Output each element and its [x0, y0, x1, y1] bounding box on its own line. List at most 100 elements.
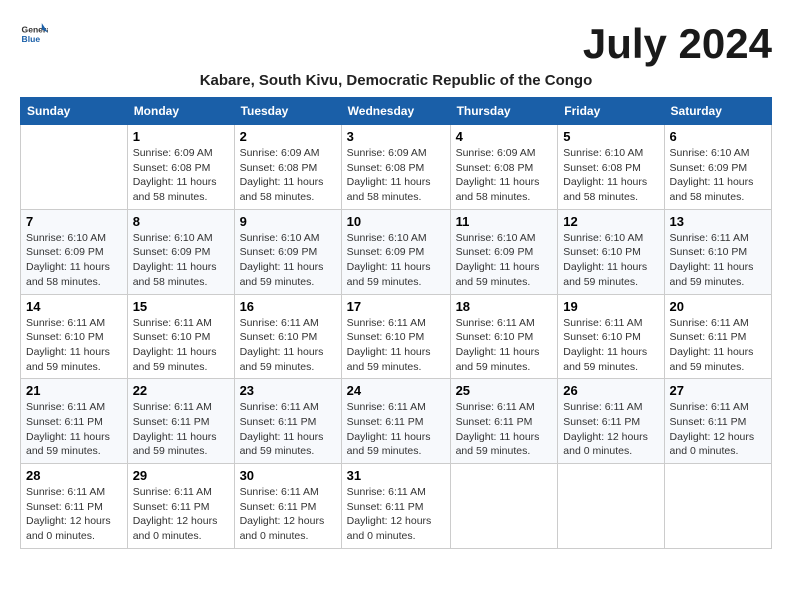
- calendar-cell: 22Sunrise: 6:11 AM Sunset: 6:11 PM Dayli…: [127, 379, 234, 464]
- day-info: Sunrise: 6:11 AM Sunset: 6:11 PM Dayligh…: [26, 485, 122, 544]
- calendar-cell: 18 Sunrise: 6:11 AM Sunset: 6:10 PM Dayli…: [450, 294, 558, 379]
- day-number: 1: [133, 129, 229, 144]
- day-number: 6: [670, 129, 766, 144]
- day-info: Sunrise: 6:10 AM Sunset: 6:10 PM Dayligh…: [563, 231, 658, 290]
- calendar-cell: 7 Sunrise: 6:10 AM Sunset: 6:09 PM Daylig…: [21, 209, 128, 294]
- day-info: Sunrise: 6:11 AM Sunset: 6:11 PM Dayligh…: [133, 485, 229, 544]
- column-header-monday: Monday: [127, 98, 234, 125]
- day-info: Sunrise: 6:10 AM Sunset: 6:08 PM Dayligh…: [563, 146, 658, 205]
- column-header-thursday: Thursday: [450, 98, 558, 125]
- day-number: 26: [563, 383, 658, 398]
- day-info: Sunrise: 6:11 AM Sunset: 6:11 PM Dayligh…: [240, 400, 336, 459]
- day-number: 27: [670, 383, 766, 398]
- calendar-cell: 23 Sunrise: 6:11 AM Sunset: 6:11 PM Dayli…: [234, 379, 341, 464]
- day-info: Sunrise: 6:10 AM Sunset: 6:09 PM Dayligh…: [240, 231, 336, 290]
- day-number: 3: [347, 129, 445, 144]
- day-number: 16: [240, 299, 336, 314]
- calendar-cell: 14 Sunrise: 6:11 AM Sunset: 6:10 PM Dayli…: [21, 294, 128, 379]
- column-header-sunday: Sunday: [21, 98, 128, 125]
- day-number: 17: [347, 299, 445, 314]
- location-title: Kabare, South Kivu, Democratic Republic …: [20, 72, 772, 89]
- day-info: Sunrise: 6:10 AM Sunset: 6:09 PM Dayligh…: [347, 231, 445, 290]
- day-info: Sunrise: 6:11 AM Sunset: 6:11 PM Dayligh…: [347, 400, 445, 459]
- calendar-cell: [450, 464, 558, 549]
- column-header-saturday: Saturday: [664, 98, 771, 125]
- calendar-cell: 29 Sunrise: 6:11 AM Sunset: 6:11 PM Dayli…: [127, 464, 234, 549]
- calendar-cell: [558, 464, 664, 549]
- column-header-wednesday: Wednesday: [341, 98, 450, 125]
- day-info: Sunrise: 6:11 AM Sunset: 6:11 PM Dayligh…: [563, 400, 658, 459]
- logo-icon: General Blue: [20, 20, 48, 48]
- page-header: General Blue July 2024: [20, 20, 772, 68]
- day-number: 15: [133, 299, 229, 314]
- calendar-cell: 15 Sunrise: 6:11 AM Sunset: 6:10 PM Dayli…: [127, 294, 234, 379]
- day-info: Sunrise: 6:09 AM Sunset: 6:08 PM Dayligh…: [240, 146, 336, 205]
- day-info: Sunrise: 6:09 AM Sunset: 6:08 PM Dayligh…: [347, 146, 445, 205]
- calendar-cell: 10Sunrise: 6:10 AM Sunset: 6:09 PM Dayli…: [341, 209, 450, 294]
- day-info: Sunrise: 6:11 AM Sunset: 6:10 PM Dayligh…: [26, 316, 122, 375]
- day-number: 14: [26, 299, 122, 314]
- day-info: Sunrise: 6:11 AM Sunset: 6:10 PM Dayligh…: [456, 316, 553, 375]
- day-number: 20: [670, 299, 766, 314]
- calendar-cell: 11 Sunrise: 6:10 AM Sunset: 6:09 PM Dayli…: [450, 209, 558, 294]
- calendar-cell: 19Sunrise: 6:11 AM Sunset: 6:10 PM Dayli…: [558, 294, 664, 379]
- day-info: Sunrise: 6:11 AM Sunset: 6:11 PM Dayligh…: [670, 400, 766, 459]
- day-number: 13: [670, 214, 766, 229]
- day-number: 11: [456, 214, 553, 229]
- calendar-cell: 8 Sunrise: 6:10 AM Sunset: 6:09 PM Daylig…: [127, 209, 234, 294]
- calendar-cell: 28 Sunrise: 6:11 AM Sunset: 6:11 PM Dayli…: [21, 464, 128, 549]
- day-info: Sunrise: 6:11 AM Sunset: 6:10 PM Dayligh…: [133, 316, 229, 375]
- calendar-cell: 6 Sunrise: 6:10 AM Sunset: 6:09 PM Daylig…: [664, 125, 771, 210]
- day-number: 29: [133, 468, 229, 483]
- day-number: 19: [563, 299, 658, 314]
- svg-text:Blue: Blue: [22, 34, 41, 44]
- day-info: Sunrise: 6:11 AM Sunset: 6:11 PM Dayligh…: [26, 400, 122, 459]
- day-info: Sunrise: 6:10 AM Sunset: 6:09 PM Dayligh…: [456, 231, 553, 290]
- calendar-cell: 13 Sunrise: 6:11 AM Sunset: 6:10 PM Dayli…: [664, 209, 771, 294]
- calendar-cell: [664, 464, 771, 549]
- calendar-cell: [21, 125, 128, 210]
- day-number: 30: [240, 468, 336, 483]
- day-info: Sunrise: 6:11 AM Sunset: 6:10 PM Dayligh…: [240, 316, 336, 375]
- calendar-cell: 25 Sunrise: 6:11 AM Sunset: 6:11 PM Dayli…: [450, 379, 558, 464]
- calendar-cell: 27 Sunrise: 6:11 AM Sunset: 6:11 PM Dayli…: [664, 379, 771, 464]
- day-info: Sunrise: 6:11 AM Sunset: 6:10 PM Dayligh…: [670, 231, 766, 290]
- day-info: Sunrise: 6:09 AM Sunset: 6:08 PM Dayligh…: [456, 146, 553, 205]
- day-info: Sunrise: 6:10 AM Sunset: 6:09 PM Dayligh…: [133, 231, 229, 290]
- calendar-table: SundayMondayTuesdayWednesdayThursdayFrid…: [20, 97, 772, 549]
- calendar-cell: 21 Sunrise: 6:11 AM Sunset: 6:11 PM Dayli…: [21, 379, 128, 464]
- day-number: 5: [563, 129, 658, 144]
- day-number: 24: [347, 383, 445, 398]
- day-info: Sunrise: 6:10 AM Sunset: 6:09 PM Dayligh…: [26, 231, 122, 290]
- day-info: Sunrise: 6:11 AM Sunset: 6:11 PM Dayligh…: [347, 485, 445, 544]
- column-header-tuesday: Tuesday: [234, 98, 341, 125]
- day-number: 31: [347, 468, 445, 483]
- day-info: Sunrise: 6:09 AM Sunset: 6:08 PM Dayligh…: [133, 146, 229, 205]
- calendar-cell: 26 Sunrise: 6:11 AM Sunset: 6:11 PM Dayli…: [558, 379, 664, 464]
- day-info: Sunrise: 6:11 AM Sunset: 6:11 PM Dayligh…: [456, 400, 553, 459]
- month-title: July 2024: [583, 20, 772, 68]
- calendar-cell: 9Sunrise: 6:10 AM Sunset: 6:09 PM Daylig…: [234, 209, 341, 294]
- calendar-cell: 3 Sunrise: 6:09 AM Sunset: 6:08 PM Daylig…: [341, 125, 450, 210]
- day-number: 7: [26, 214, 122, 229]
- calendar-cell: 30 Sunrise: 6:11 AM Sunset: 6:11 PM Dayli…: [234, 464, 341, 549]
- calendar-cell: 2 Sunrise: 6:09 AM Sunset: 6:08 PM Daylig…: [234, 125, 341, 210]
- day-info: Sunrise: 6:11 AM Sunset: 6:11 PM Dayligh…: [133, 400, 229, 459]
- day-number: 18: [456, 299, 553, 314]
- calendar-cell: 17Sunrise: 6:11 AM Sunset: 6:10 PM Dayli…: [341, 294, 450, 379]
- calendar-cell: 4Sunrise: 6:09 AM Sunset: 6:08 PM Daylig…: [450, 125, 558, 210]
- day-number: 23: [240, 383, 336, 398]
- day-number: 28: [26, 468, 122, 483]
- column-header-friday: Friday: [558, 98, 664, 125]
- day-number: 2: [240, 129, 336, 144]
- calendar-cell: 12Sunrise: 6:10 AM Sunset: 6:10 PM Dayli…: [558, 209, 664, 294]
- day-number: 8: [133, 214, 229, 229]
- day-info: Sunrise: 6:11 AM Sunset: 6:11 PM Dayligh…: [240, 485, 336, 544]
- day-info: Sunrise: 6:10 AM Sunset: 6:09 PM Dayligh…: [670, 146, 766, 205]
- calendar-cell: 16 Sunrise: 6:11 AM Sunset: 6:10 PM Dayli…: [234, 294, 341, 379]
- day-number: 25: [456, 383, 553, 398]
- day-number: 21: [26, 383, 122, 398]
- calendar-cell: 20Sunrise: 6:11 AM Sunset: 6:11 PM Dayli…: [664, 294, 771, 379]
- calendar-cell: 5 Sunrise: 6:10 AM Sunset: 6:08 PM Daylig…: [558, 125, 664, 210]
- calendar-cell: 31 Sunrise: 6:11 AM Sunset: 6:11 PM Dayli…: [341, 464, 450, 549]
